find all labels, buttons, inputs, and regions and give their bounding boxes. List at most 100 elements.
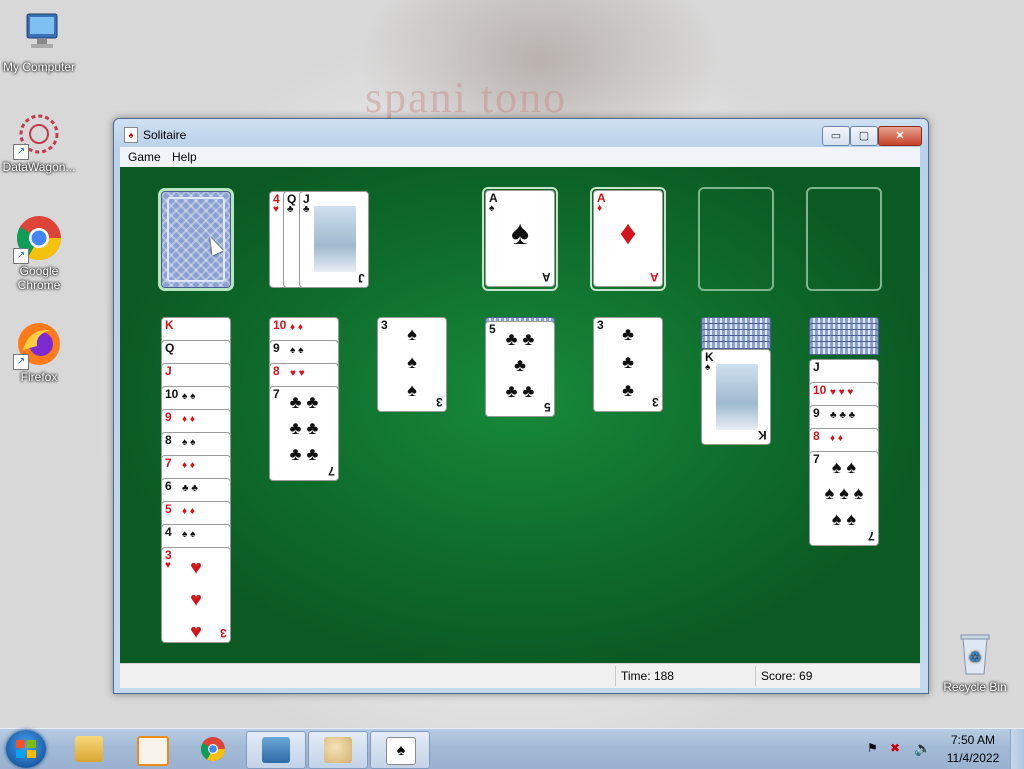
chrome-icon [200, 737, 225, 762]
taskbar: ♠ ⚑ ✖ 🔈 7:50 AM 11/4/2022 [0, 728, 1024, 769]
card-rank: J [165, 364, 172, 378]
foundation-card[interactable]: A ♦ ♦ A [593, 190, 663, 287]
card-pips: ♣ ♣ ♣ ♣ ♣ [505, 329, 535, 401]
menu-bar: Game Help [120, 147, 920, 167]
card-center-suit: ♦ [619, 214, 637, 252]
card-rank-corner: A [650, 270, 659, 284]
card-rank-corner: 5 [544, 400, 551, 414]
card-rank-corner: K [758, 428, 767, 442]
show-desktop-button[interactable] [1010, 729, 1024, 769]
menu-help[interactable]: Help [172, 150, 197, 164]
title-bar[interactable]: ♠ Solitaire ▭ ▢ ✕ [114, 119, 928, 147]
volume-icon[interactable]: 🔈 [914, 740, 931, 757]
status-bar: Time: 188 Score: 69 [120, 663, 920, 688]
card-rank-corner: A [542, 270, 551, 284]
taskbar-paint[interactable] [308, 731, 368, 769]
menu-game[interactable]: Game [128, 150, 161, 164]
card-pips: ♠ ♠ ♠ ♠ ♠ ♠ ♠ [824, 457, 864, 529]
score-display: Score: 69 [761, 669, 813, 683]
desktop-icon-my-computer[interactable]: My Computer [0, 10, 78, 74]
network-status-icon[interactable]: ✖ [890, 741, 906, 755]
folder-icon [75, 736, 103, 762]
clock-date[interactable]: 11/4/2022 [945, 751, 1001, 765]
firefox-icon: ↗ [13, 320, 63, 370]
card-rank: 8 [165, 433, 172, 447]
card-rank-corner: 3 [220, 626, 227, 640]
card-rank: 9 [813, 406, 820, 420]
card-rank: Q [165, 341, 175, 355]
action-center-icon[interactable]: ⚑ [867, 741, 881, 755]
tableau-card[interactable]: 7 ♣ ♣ ♣ ♣ ♣ ♣ 7 [269, 386, 339, 481]
wallpaper-text: spani tono [365, 73, 568, 122]
foundation-3[interactable] [698, 187, 774, 291]
solitaire-app-icon: ♠ [124, 127, 138, 143]
minimize-button[interactable]: ▭ [822, 126, 850, 146]
desktop-icon-label: Google Chrome [17, 264, 61, 292]
desktop-icon-label: DataWagon... [2, 160, 76, 174]
maximize-button[interactable]: ▢ [850, 126, 878, 146]
windows-logo-icon [16, 740, 36, 758]
tableau-column-5-card[interactable]: 3 ♣ ♣ ♣ 3 [593, 317, 663, 412]
datawagon-icon: ↗ [13, 110, 63, 160]
close-button[interactable]: ✕ [878, 126, 922, 146]
card-rank: 4 [165, 525, 172, 539]
card-rank: 6 [165, 479, 172, 493]
shortcut-arrow-icon: ↗ [13, 354, 29, 370]
taskbar-chrome[interactable] [184, 731, 242, 767]
foundation-2[interactable]: A ♦ ♦ A [590, 187, 666, 291]
shortcut-arrow-icon: ↗ [13, 248, 29, 264]
desktop-icon-firefox[interactable]: ↗ Firefox [0, 320, 78, 384]
photo-viewer-icon [262, 737, 290, 763]
game-board: 4 ♥ Q ♣ J ♣ J A ♠ ♠ A A ♦ ♦ A K Q J 10 ♠… [120, 167, 920, 663]
taskbar-explorer[interactable] [60, 731, 118, 767]
foundation-card[interactable]: A ♠ ♠ A [485, 190, 555, 287]
card-rank: J [813, 360, 820, 374]
card-center-suit: ♠ [510, 214, 530, 252]
media-player-icon [137, 736, 169, 766]
stock-pile[interactable] [161, 191, 231, 288]
tableau-card[interactable]: 7 ♠ ♠ ♠ ♠ ♠ ♠ ♠ 7 [809, 451, 879, 546]
card-rank-corner: 7 [868, 529, 875, 543]
window-title: Solitaire [143, 128, 187, 142]
card-rank: 5 [165, 502, 172, 516]
tableau-column-4-card[interactable]: 5 ♣ ♣ ♣ ♣ ♣ 5 [485, 321, 555, 417]
foundation-4[interactable] [806, 187, 882, 291]
tableau-column-3-card[interactable]: 3 ♠ ♠ ♠ 3 [377, 317, 447, 412]
paint-palette-icon [324, 737, 352, 763]
recycle-bin-icon: ♻ [951, 630, 999, 678]
time-display: Time: 188 [621, 669, 674, 683]
clock-time[interactable]: 7:50 AM [945, 733, 1001, 747]
svg-text:♻: ♻ [969, 649, 982, 665]
tableau-card[interactable]: K ♠ K [701, 349, 771, 445]
foundation-1[interactable]: A ♠ ♠ A [482, 187, 558, 291]
card-rank-corner: 3 [436, 395, 443, 409]
desktop-icon-label: My Computer [2, 60, 76, 74]
chrome-icon: ↗ [13, 214, 63, 264]
card-pips: ♣ ♣ ♣ [622, 324, 634, 400]
card-rank-corner: 7 [328, 464, 335, 478]
desktop-icon-google-chrome[interactable]: ↗ Google Chrome [0, 214, 78, 292]
solitaire-taskbar-icon: ♠ [386, 737, 416, 765]
shortcut-arrow-icon: ↗ [13, 144, 29, 160]
card-rank-corner: J [358, 271, 365, 285]
card-rank: 10 [273, 318, 287, 332]
card-pips: ♠ ♠ ♠ [407, 324, 417, 400]
card-rank: 7 [165, 456, 172, 470]
card-pips: ♣ ♣ ♣ ♣ ♣ ♣ [289, 392, 319, 464]
card-rank: 9 [165, 410, 172, 424]
card-rank: 8 [273, 364, 280, 378]
taskbar-photos[interactable] [246, 731, 306, 769]
card-rank: 9 [273, 341, 280, 355]
waste-top-card[interactable]: J ♣ J [299, 191, 369, 288]
taskbar-solitaire[interactable]: ♠ [370, 731, 430, 769]
taskbar-media-player[interactable] [122, 731, 180, 767]
computer-icon [15, 10, 63, 58]
card-rank-corner: 3 [652, 395, 659, 409]
tableau-card[interactable]: 3 ♥ ♥ ♥ ♥ 3 [161, 547, 231, 643]
desktop-icon-recycle-bin[interactable]: ♻ Recycle Bin [936, 630, 1014, 694]
desktop-icon-datawagon[interactable]: ↗ DataWagon... [0, 110, 78, 174]
start-button[interactable] [6, 730, 46, 768]
card-rank: 10 [165, 387, 179, 401]
facedown-card [701, 341, 771, 349]
king-artwork [716, 364, 758, 430]
